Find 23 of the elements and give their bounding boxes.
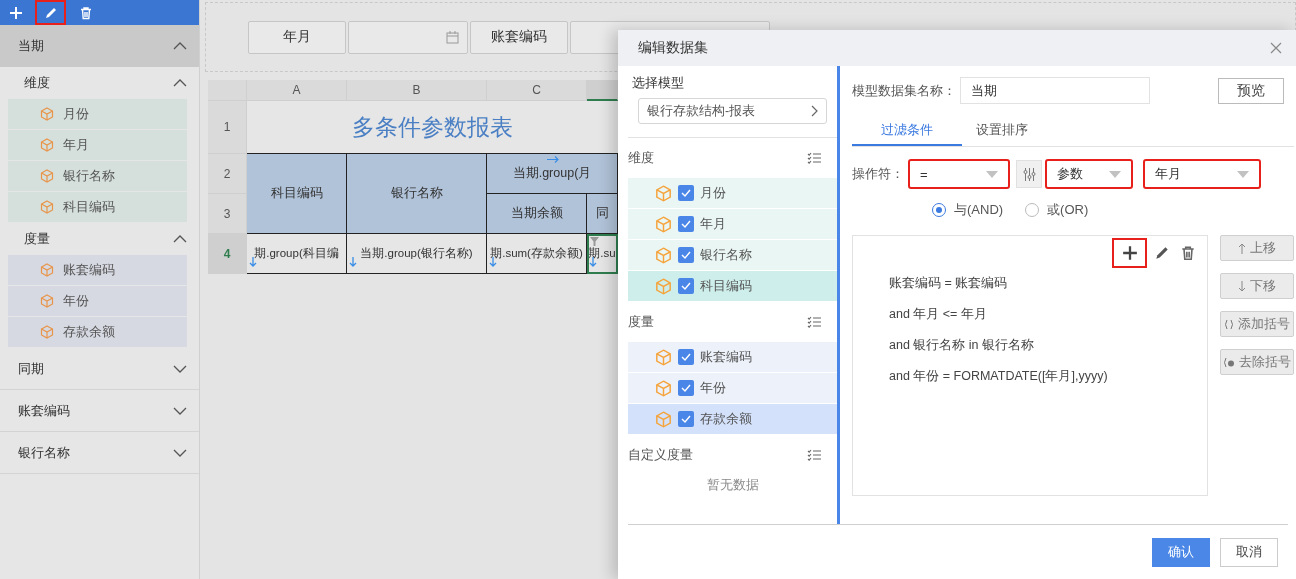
group-title: 度量 bbox=[628, 313, 654, 331]
header-cell: 同 bbox=[587, 194, 618, 234]
header-cell: 当期余额 bbox=[487, 194, 587, 234]
operator-label: 操作符： bbox=[852, 165, 904, 183]
empty-text: 暂无数据 bbox=[705, 477, 760, 494]
group-title: 银行名称 bbox=[18, 443, 70, 462]
group-title: 同期 bbox=[18, 359, 44, 378]
group-title: 账套编码 bbox=[18, 401, 70, 420]
header-cell: 当期.group(月 bbox=[487, 154, 618, 194]
dialog-title: 编辑数据集 bbox=[638, 39, 708, 57]
section-title: 维度 bbox=[24, 74, 50, 92]
parameter-label: 账套编码 bbox=[470, 20, 568, 54]
header-cell: 银行名称 bbox=[347, 154, 487, 234]
model-label: 选择模型 bbox=[632, 74, 685, 92]
group-title: 当期 bbox=[18, 37, 44, 55]
radio-label: 或(OR) bbox=[1047, 201, 1089, 219]
group-title: 维度 bbox=[628, 149, 654, 167]
group-title: 自定义度量 bbox=[628, 446, 693, 464]
section-title: 度量 bbox=[24, 230, 50, 248]
parameter-label: 年月 bbox=[248, 20, 346, 54]
header-cell: 科目编码 bbox=[247, 154, 347, 234]
radio-label: 与(AND) bbox=[954, 201, 1004, 219]
name-label: 模型数据集名称： bbox=[852, 81, 956, 100]
